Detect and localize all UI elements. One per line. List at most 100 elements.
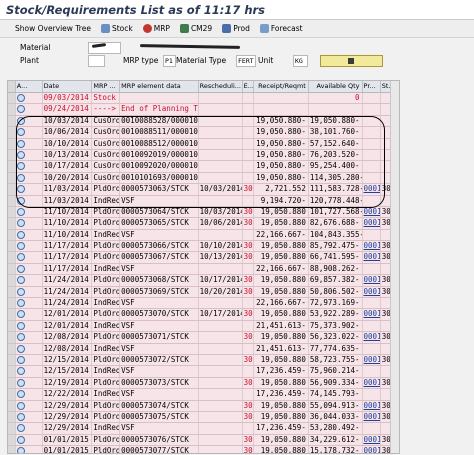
element-icon[interactable] — [16, 435, 25, 444]
table-row[interactable]: 11/24/2014 PldOrd 0000573069/STCK 10/20/201… — [8, 286, 399, 299]
element-data-cell: VSF — [120, 298, 199, 309]
col-header-pr[interactable]: Pr... — [363, 81, 381, 92]
element-icon[interactable] — [16, 219, 25, 228]
stock-button[interactable]: Stock — [100, 24, 133, 33]
rescheduling-cell — [199, 446, 243, 453]
element-icon[interactable] — [16, 424, 25, 433]
cm29-button[interactable]: CM29 — [179, 24, 212, 33]
table-row[interactable]: 12/15/2014 IndReq VSF 17,236.459- 75,960.214… — [8, 366, 399, 378]
unit-field[interactable]: KG — [293, 54, 308, 67]
element-icon[interactable] — [16, 333, 25, 342]
prod-button[interactable]: Prod — [222, 24, 250, 33]
stock-icon — [100, 24, 110, 33]
element-icon[interactable] — [16, 253, 25, 262]
table-row[interactable]: 10/10/2014CusOrd0010088512/000010/0... 19… — [8, 138, 399, 150]
element-icon[interactable] — [16, 287, 25, 296]
element-icon[interactable] — [16, 139, 25, 148]
table-row[interactable]: 10/17/2014CusOrd0010092020/000010/0... 19… — [8, 161, 399, 173]
table-row[interactable]: 11/03/2014 IndReq VSF 9,194.720- 120,778.448… — [8, 195, 399, 207]
element-icon[interactable] — [16, 264, 25, 273]
details-button[interactable] — [320, 54, 383, 67]
element-data-cell: VSF — [120, 320, 199, 332]
table-row[interactable]: 12/15/2014 PldOrd 0000573072/STCK 30 19,050.… — [8, 354, 399, 367]
rescheduling-cell: 10/06/2014 — [199, 218, 243, 229]
table-row[interactable]: 12/29/2014 PldOrd 0000573074/STCK 30 19,050.… — [8, 400, 399, 412]
col-header-rescheduling[interactable]: Rescheduli... — [199, 81, 243, 92]
element-icon[interactable] — [16, 230, 25, 239]
table-row[interactable]: 10/06/2014CusOrd0010088511/000010/0... 19… — [8, 127, 399, 139]
exception-cell: 30 — [243, 446, 255, 453]
mrp-type-field[interactable]: P1 — [163, 54, 176, 67]
table-row[interactable]: 11/10/2014 PldOrd 0000573064/STCK 10/03/201… — [8, 206, 399, 219]
element-icon[interactable] — [16, 196, 25, 205]
element-icon[interactable] — [16, 390, 25, 399]
table-row[interactable]: 01/01/2015 PldOrd 0000573076/STCK 30 19,050.… — [8, 434, 399, 447]
table-row[interactable]: 12/08/2014 IndReq VSF 21,451.613- 77,774.635… — [8, 343, 399, 355]
row-select-cell — [8, 263, 16, 275]
table-row[interactable]: 12/19/2014 PldOrd 0000573073/STCK 30 19,050.… — [8, 377, 399, 390]
forecast-button[interactable]: Forecast — [259, 24, 303, 33]
show-overview-tree-button[interactable]: Show Overview Tree — [15, 24, 91, 33]
table-row[interactable]: 11/24/2014 PldOrd 0000573068/STCK 10/17/201… — [8, 275, 399, 287]
table-row[interactable]: 11/10/2014 PldOrd 0000573065/STCK 10/06/201… — [8, 218, 399, 230]
table-row[interactable]: 11/17/2014 PldOrd 0000573066/STCK 10/10/201… — [8, 241, 399, 253]
element-icon[interactable] — [16, 447, 25, 453]
table-row[interactable]: 01/01/2015 PldOrd 0000573077/STCK 30 19,050.… — [8, 446, 399, 453]
element-icon[interactable] — [16, 150, 25, 159]
table-row[interactable]: 10/03/2014CusOrd0010088528/000010/0... 19… — [8, 115, 399, 128]
element-icon[interactable] — [16, 242, 25, 251]
table-row[interactable]: 12/29/2014 PldOrd 0000573075/STCK 30 19,050.… — [8, 411, 399, 424]
table-row[interactable]: 12/01/2014 IndReq VSF 21,451.613- 75,373.902… — [8, 320, 399, 333]
table-row[interactable]: 11/03/2014 PldOrd 0000573063/STCK 10/03/201… — [8, 184, 399, 196]
element-icon[interactable] — [16, 128, 25, 137]
element-icon[interactable] — [16, 299, 25, 308]
table-row[interactable]: 11/17/2014 IndReq VSF 22,166.667- 88,908.262… — [8, 263, 399, 276]
element-icon[interactable] — [16, 173, 25, 182]
element-icon[interactable] — [16, 105, 25, 114]
col-header-element-data[interactable]: MRP element data — [120, 81, 199, 92]
element-icon[interactable] — [16, 116, 25, 125]
material-type-field[interactable]: FERT — [236, 54, 256, 67]
element-icon[interactable] — [16, 367, 25, 376]
element-icon[interactable] — [16, 355, 25, 364]
element-icon[interactable] — [16, 207, 25, 216]
table-row[interactable]: 09/03/2014 Stock 0 — [8, 93, 399, 105]
exception-cell — [243, 93, 255, 104]
table-row[interactable]: 11/24/2014 IndReq VSF 22,166.667- 72,973.169… — [8, 298, 399, 310]
table-row[interactable]: 12/22/2014 IndReq VSF 17,236.459- 74,145.793… — [8, 389, 399, 401]
element-icon[interactable] — [16, 344, 25, 353]
row-icon-cell — [16, 138, 43, 149]
element-icon[interactable] — [16, 310, 25, 319]
element-icon[interactable] — [16, 276, 25, 285]
plant-field[interactable] — [88, 54, 105, 67]
receipt-cell — [254, 104, 309, 115]
element-icon[interactable] — [16, 321, 25, 330]
element-icon[interactable] — [16, 162, 25, 171]
table-row[interactable]: 11/10/2014 IndReq VSF 22,166.667- 104,843.35… — [8, 229, 399, 242]
element-icon[interactable] — [16, 94, 25, 102]
table-row[interactable]: 11/17/2014 PldOrd 0000573067/STCK 10/13/201… — [8, 252, 399, 264]
element-data-cell: End of Planning Tim... — [121, 104, 199, 115]
vertical-scrollbar[interactable] — [390, 81, 399, 453]
col-header-available[interactable]: Available Qty — [309, 81, 363, 92]
element-icon[interactable] — [16, 185, 25, 194]
application-toolbar: Show Overview Tree Stock MRP CM29 Prod F… — [0, 20, 474, 38]
element-icon[interactable] — [16, 401, 25, 410]
col-header-receipt[interactable]: Receipt/Reqmt — [254, 81, 309, 92]
table-row[interactable]: 12/01/2014 PldOrd 0000573070/STCK 10/17/201… — [8, 309, 399, 321]
col-header-date[interactable]: Date — [43, 81, 93, 92]
table-row[interactable]: 12/29/2014 IndReq VSF 17,236.459- 53,280.492… — [8, 423, 399, 435]
table-row[interactable]: 10/20/2014CusOrd0010101693/000010/0... 19… — [8, 172, 399, 185]
table-row[interactable]: 10/13/2014CusOrd0010092019/000010/0... 19… — [8, 149, 399, 162]
col-select[interactable] — [8, 81, 16, 92]
table-row[interactable]: 09/24/2014---->End of Planning Tim... — [8, 104, 399, 116]
col-header-e[interactable]: E... — [243, 81, 255, 92]
element-data-cell: 0010101693/000010/0... — [121, 172, 199, 184]
element-icon[interactable] — [16, 378, 25, 387]
mrp-button[interactable]: MRP — [142, 24, 170, 33]
row-icon-cell — [16, 389, 43, 400]
col-header-mrp[interactable]: MRP ... — [92, 81, 121, 92]
element-icon[interactable] — [16, 412, 25, 421]
table-row[interactable]: 12/08/2014 PldOrd 0000573071/STCK 30 19,050.… — [8, 332, 399, 344]
col-header-a[interactable]: A... — [16, 81, 43, 92]
